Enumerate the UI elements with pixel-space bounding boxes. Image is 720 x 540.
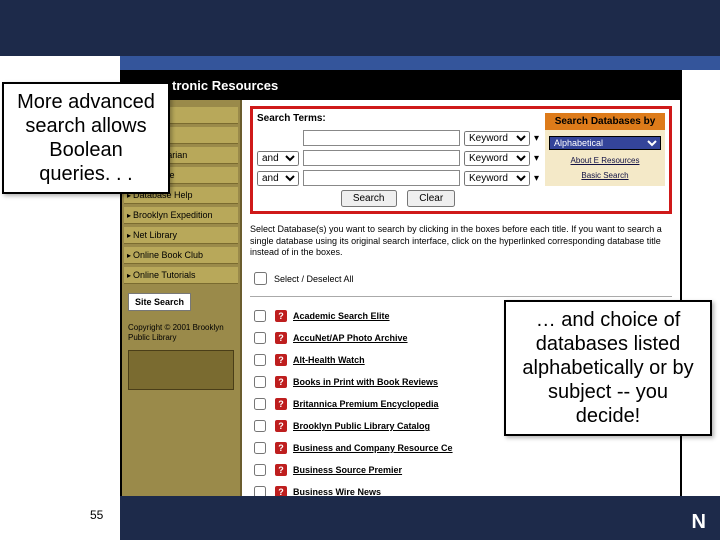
sort-mode-select[interactable]: Alphabetical	[549, 136, 661, 150]
info-icon[interactable]: ?	[275, 354, 287, 366]
db-link[interactable]: AccuNet/AP Photo Archive	[293, 333, 408, 343]
copyright-text: Copyright © 2001 Brooklyn Public Library	[128, 323, 234, 344]
info-icon[interactable]: ?	[275, 310, 287, 322]
info-icon[interactable]: ?	[275, 464, 287, 476]
db-link[interactable]: Books in Print with Book Reviews	[293, 377, 438, 387]
db-checkbox[interactable]	[254, 310, 266, 322]
search-term-1[interactable]	[303, 130, 460, 146]
select-all-row: Select / Deselect All	[250, 269, 672, 288]
nav-item[interactable]: Online Tutorials	[124, 267, 238, 284]
search-databases-by-header: Search Databases by	[545, 113, 665, 130]
divider	[250, 296, 672, 297]
slide-root: tronic Resources Catalog Links BPL Libra…	[0, 0, 720, 540]
db-link[interactable]: Business and Company Resource Ce	[293, 443, 453, 453]
db-row: ? Business and Company Resource Ce	[250, 437, 672, 459]
db-link[interactable]: Brooklyn Public Library Catalog	[293, 421, 430, 431]
instructions-text: Select Database(s) you want to search by…	[250, 224, 672, 259]
annotation-box-2: … and choice of databases listed alphabe…	[504, 300, 712, 436]
chevron-down-icon: ▾	[534, 133, 539, 144]
db-checkbox[interactable]	[254, 332, 266, 344]
select-all-label: Select / Deselect All	[274, 274, 354, 284]
info-icon[interactable]: ?	[275, 376, 287, 388]
info-icon[interactable]: ?	[275, 442, 287, 454]
info-icon[interactable]: ?	[275, 332, 287, 344]
field-select-3[interactable]: Keyword	[464, 171, 530, 186]
db-link[interactable]: Business Source Premier	[293, 465, 402, 475]
db-checkbox[interactable]	[254, 376, 266, 388]
accent-bar	[120, 56, 720, 70]
db-checkbox[interactable]	[254, 420, 266, 432]
db-row: ? Business Source Premier	[250, 459, 672, 481]
select-all-checkbox[interactable]	[254, 272, 267, 285]
basic-search-link[interactable]: Basic Search	[549, 171, 661, 180]
db-checkbox[interactable]	[254, 464, 266, 476]
nav-image-placeholder	[128, 350, 234, 390]
db-link[interactable]: Alt-Health Watch	[293, 355, 365, 365]
search-term-2[interactable]	[303, 150, 460, 166]
clear-button[interactable]: Clear	[407, 190, 455, 207]
about-eresources-link[interactable]: About E Resources	[549, 156, 661, 165]
search-terms-label: Search Terms:	[257, 113, 539, 124]
search-panel: Search Terms: Keyword ▾ and Keyword	[250, 106, 672, 214]
nav-item[interactable]: Brooklyn Expedition	[124, 207, 238, 224]
site-search-button[interactable]: Site Search	[128, 293, 191, 311]
chevron-down-icon: ▾	[534, 173, 539, 184]
db-link[interactable]: Academic Search Elite	[293, 311, 390, 321]
boolean-op-3[interactable]: and	[257, 171, 299, 186]
boolean-op-2[interactable]: and	[257, 151, 299, 166]
page-number: 55	[90, 508, 103, 522]
field-select-2[interactable]: Keyword	[464, 151, 530, 166]
search-term-3[interactable]	[303, 170, 460, 186]
chevron-down-icon: ▾	[534, 153, 539, 164]
nav-item[interactable]: Online Book Club	[124, 247, 238, 264]
footer-brand-fragment: N	[692, 511, 708, 534]
annotation-box-1: More advanced search allows Boolean quer…	[2, 82, 170, 194]
search-button[interactable]: Search	[341, 190, 397, 207]
window-title: tronic Resources	[122, 72, 680, 100]
db-link[interactable]: Britannica Premium Encyclopedia	[293, 399, 439, 409]
info-icon[interactable]: ?	[275, 398, 287, 410]
window-body: Catalog Links BPL Librarian Reference Da…	[122, 100, 680, 498]
field-select-1[interactable]: Keyword	[464, 131, 530, 146]
db-checkbox[interactable]	[254, 398, 266, 410]
info-icon[interactable]: ?	[275, 420, 287, 432]
db-checkbox[interactable]	[254, 442, 266, 454]
footer-bar: N	[120, 496, 720, 540]
main-column: Search Terms: Keyword ▾ and Keyword	[242, 100, 680, 498]
db-checkbox[interactable]	[254, 354, 266, 366]
top-bar	[0, 0, 720, 56]
nav-item[interactable]: Net Library	[124, 227, 238, 244]
